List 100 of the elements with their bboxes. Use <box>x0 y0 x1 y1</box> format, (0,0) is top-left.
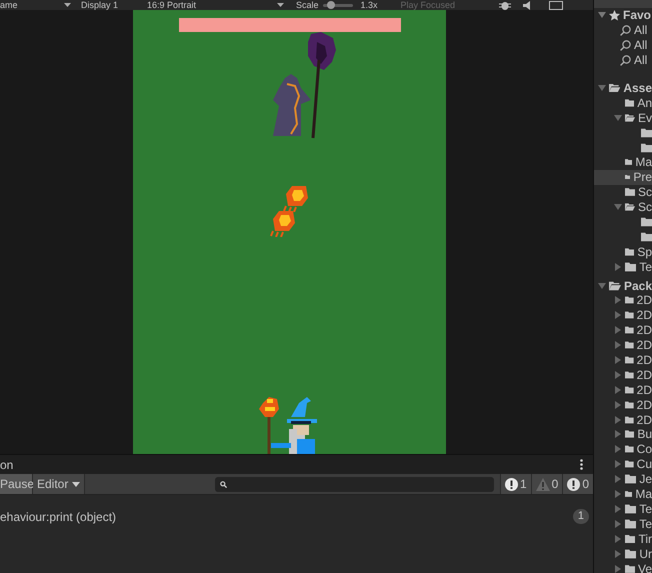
search-field[interactable] <box>214 476 494 492</box>
log-entry[interactable]: ehaviour:print (object) 1 <box>0 495 593 524</box>
folder-row[interactable]: Te <box>594 502 652 516</box>
folder-row[interactable]: Bu <box>594 427 652 442</box>
folder-icon <box>625 414 634 425</box>
warning-icon <box>536 478 550 490</box>
folder-icon <box>641 232 652 242</box>
folder-row[interactable]: Ma <box>594 486 652 502</box>
expand-arrow-icon[interactable] <box>614 203 622 212</box>
folder-row[interactable]: Co <box>594 442 652 457</box>
expand-arrow-icon[interactable] <box>614 564 622 572</box>
aspect-dropdown[interactable]: 16:9 Portrait <box>147 0 275 10</box>
folder-icon <box>625 504 636 514</box>
search-icon <box>620 54 631 66</box>
folder-row[interactable]: 2D <box>594 338 652 353</box>
expand-arrow-icon[interactable] <box>598 84 606 92</box>
expand-arrow-icon[interactable] <box>614 296 622 304</box>
favorite-search-item[interactable]: All <box>634 23 648 38</box>
expand-arrow-icon[interactable] <box>614 311 622 320</box>
folder-row[interactable]: Tir <box>594 531 652 546</box>
expand-arrow-icon[interactable] <box>614 460 622 468</box>
folder-icon <box>625 384 634 395</box>
display-dropdown[interactable]: Display 1 <box>81 0 147 10</box>
folder-row[interactable]: 2D <box>594 412 652 428</box>
expand-arrow-icon[interactable] <box>614 430 622 438</box>
expand-arrow-icon[interactable] <box>614 114 622 122</box>
caret-icon <box>64 3 71 7</box>
expand-arrow-icon[interactable] <box>614 534 622 543</box>
folder-row[interactable]: 2D <box>594 322 652 338</box>
folder-row[interactable]: 2D <box>594 382 652 398</box>
folder-row[interactable]: An <box>594 95 652 110</box>
folder-row[interactable]: Te <box>594 516 652 532</box>
folder-icon <box>625 518 636 529</box>
folder-label: Ve <box>638 562 652 573</box>
favorite-search-item[interactable]: All <box>634 53 648 68</box>
folder-row[interactable]: Pack <box>594 278 652 294</box>
search-icon <box>620 40 631 51</box>
log-message: ehaviour:print (object) <box>0 510 116 524</box>
expand-arrow-icon[interactable] <box>598 11 606 20</box>
folder-row[interactable]: Je <box>594 472 652 487</box>
folder-row[interactable]: 2D <box>594 352 652 368</box>
expand-arrow-icon[interactable] <box>614 490 622 498</box>
folder-icon <box>625 429 634 440</box>
scale-slider[interactable] <box>322 4 353 6</box>
expand-arrow-icon[interactable] <box>598 282 606 290</box>
folder-row[interactable]: 2D <box>594 293 652 308</box>
editor-dropdown[interactable]: Editor <box>33 474 86 494</box>
folder-label: Bu <box>637 427 652 442</box>
expand-arrow-icon[interactable] <box>614 326 622 334</box>
expand-arrow-icon[interactable] <box>614 356 622 364</box>
favorite-search-item[interactable]: All <box>634 38 648 52</box>
expand-arrow-icon[interactable] <box>614 416 622 424</box>
expand-arrow-icon[interactable] <box>614 400 622 409</box>
folder-row[interactable]: Te <box>594 259 652 274</box>
bug-icon[interactable] <box>498 0 511 10</box>
folder-label: 2D <box>636 323 652 338</box>
folder-row[interactable]: Asse <box>594 80 652 96</box>
folder-label: Sc <box>638 200 652 214</box>
favorites-label[interactable]: Favo <box>623 8 652 22</box>
folder-icon <box>625 355 634 366</box>
folder-row[interactable]: Sc <box>594 200 652 215</box>
expand-arrow-icon[interactable] <box>614 370 622 379</box>
caret-icon <box>277 3 284 7</box>
folder-row[interactable]: Pre <box>594 170 652 185</box>
star-icon <box>609 10 620 21</box>
expand-arrow-icon[interactable] <box>614 550 622 558</box>
expand-arrow-icon[interactable] <box>614 341 622 350</box>
folder-row[interactable]: Sc <box>594 184 652 200</box>
expand-arrow-icon[interactable] <box>614 520 622 528</box>
pause-button[interactable]: Pause <box>0 474 33 494</box>
folder-row[interactable]: Ur <box>594 546 652 562</box>
expand-arrow-icon[interactable] <box>614 475 622 484</box>
folder-label: Ur <box>639 546 652 561</box>
error-count-toggle[interactable]: 0 <box>562 474 593 494</box>
folder-row[interactable]: Ev <box>594 110 652 126</box>
expand-arrow-icon[interactable] <box>614 445 622 454</box>
search-icon <box>620 24 631 36</box>
folder-row[interactable]: Ve <box>594 561 652 573</box>
folder-row[interactable]: Sp <box>594 244 652 260</box>
fireball-drawing <box>269 209 297 237</box>
stats-icon[interactable] <box>548 0 563 10</box>
expand-arrow-icon[interactable] <box>614 386 622 394</box>
folder-row[interactable]: 2D <box>594 308 652 323</box>
folder-row[interactable]: Cu <box>594 456 652 472</box>
info-count-toggle[interactable]: 1 <box>500 474 531 494</box>
folder-row[interactable]: Ma <box>594 155 652 170</box>
game-tab[interactable]: ame <box>0 0 62 10</box>
folder-icon <box>625 262 636 272</box>
folder-icon <box>625 157 632 168</box>
folder-icon <box>625 548 636 559</box>
folder-row[interactable]: 2D <box>594 397 652 412</box>
folder-row[interactable]: 2D <box>594 367 652 382</box>
console-tab[interactable]: on <box>0 458 14 472</box>
folder-icon <box>625 400 634 410</box>
more-options-icon[interactable] <box>580 459 583 470</box>
warning-count-toggle[interactable]: 0 <box>530 474 562 494</box>
folder-icon <box>641 217 652 228</box>
scale-label: Scale <box>296 0 319 10</box>
expand-arrow-icon[interactable] <box>614 504 622 513</box>
expand-arrow-icon[interactable] <box>614 262 622 271</box>
